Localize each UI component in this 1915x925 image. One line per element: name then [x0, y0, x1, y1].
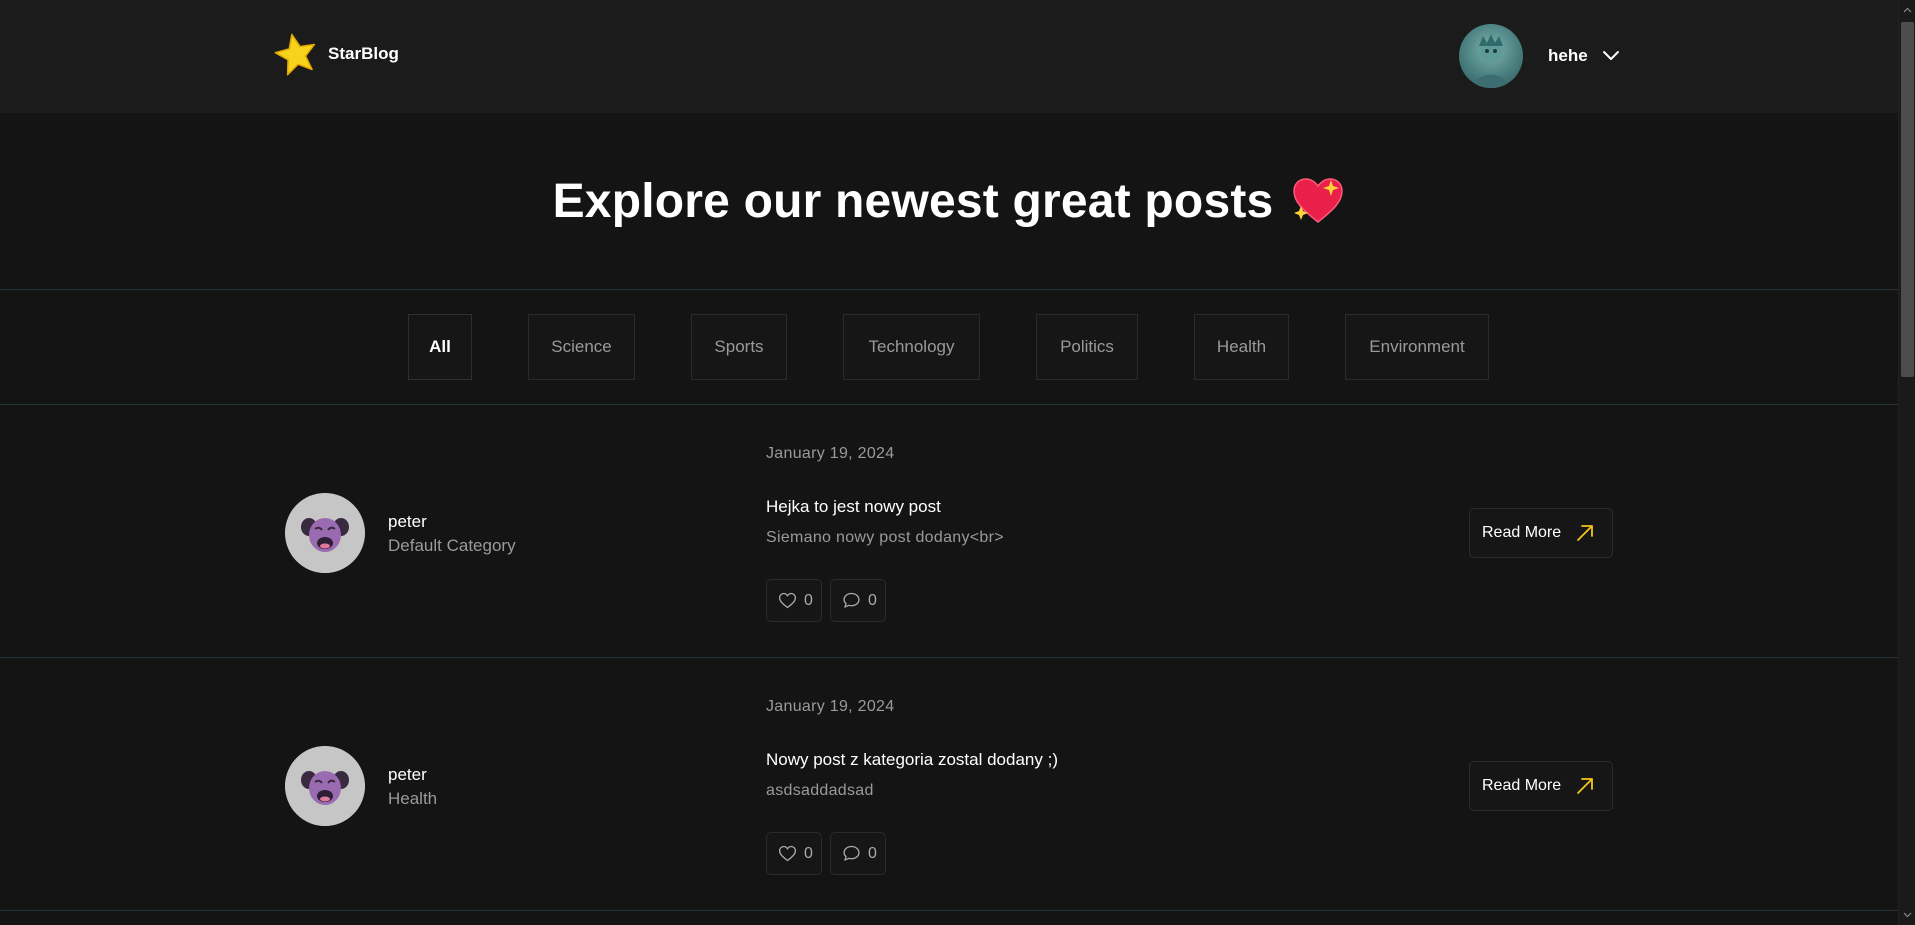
- user-menu[interactable]: hehe: [1459, 24, 1620, 88]
- page-scrollbar[interactable]: [1898, 0, 1915, 925]
- comment-bubble-icon: [843, 592, 860, 608]
- post-card: peter Default Category January 19, 2024 …: [0, 405, 1898, 658]
- top-navbar: StarBlog hehe: [0, 0, 1898, 113]
- comment-bubble-icon: [843, 845, 860, 861]
- scroll-down-arrow-icon[interactable]: [1903, 910, 1912, 919]
- like-count: 0: [804, 844, 813, 862]
- logo-text: StarBlog: [328, 44, 399, 63]
- scroll-up-arrow-icon[interactable]: [1903, 6, 1912, 15]
- post-title[interactable]: Hejka to jest nowy post: [766, 497, 941, 517]
- read-more-button[interactable]: Read More: [1469, 508, 1613, 558]
- chevron-down-icon[interactable]: [1602, 47, 1620, 65]
- author-avatar[interactable]: [285, 493, 365, 573]
- post-date: January 19, 2024: [766, 445, 895, 462]
- post-excerpt: asdsaddadsad: [766, 782, 874, 799]
- page: StarBlog hehe Explore our newest great p…: [0, 0, 1898, 925]
- post-author: peter: [388, 765, 427, 784]
- category-filter-bar: All Science Sports Technology Politics H…: [0, 290, 1898, 405]
- category-tab-technology[interactable]: Technology: [843, 314, 980, 380]
- heart-icon: [778, 845, 797, 862]
- user-name: hehe: [1548, 46, 1588, 65]
- category-tab-politics[interactable]: Politics: [1036, 314, 1138, 380]
- scrollbar-thumb[interactable]: [1901, 22, 1914, 377]
- category-tab-environment[interactable]: Environment: [1345, 314, 1489, 380]
- hero-section: Explore our newest great posts: [0, 113, 1898, 290]
- arrow-up-right-icon: [1577, 778, 1594, 794]
- read-more-label: Read More: [1482, 524, 1562, 541]
- lion-avatar-image: [285, 493, 365, 573]
- like-button[interactable]: 0: [766, 579, 822, 622]
- category-tab-health[interactable]: Health: [1194, 314, 1289, 380]
- post-category: Health: [388, 789, 438, 808]
- read-more-button[interactable]: Read More: [1469, 761, 1613, 811]
- heart-icon: [778, 592, 797, 609]
- comment-count: 0: [868, 844, 877, 862]
- post-author: peter: [388, 512, 427, 531]
- category-tab-science[interactable]: Science: [528, 314, 635, 380]
- arrow-up-right-icon: [1577, 525, 1594, 541]
- user-avatar-image: [1473, 34, 1509, 88]
- post-excerpt: Siemano nowy post dodany<br>: [766, 529, 1004, 546]
- read-more-label: Read More: [1482, 777, 1562, 794]
- author-avatar[interactable]: [285, 746, 365, 826]
- comment-count: 0: [868, 591, 877, 609]
- like-button[interactable]: 0: [766, 832, 822, 875]
- star-icon: [274, 33, 316, 76]
- comment-button[interactable]: 0: [830, 832, 886, 875]
- post-title[interactable]: Nowy post z kategoria zostal dodany ;): [766, 750, 1058, 770]
- comment-button[interactable]: 0: [830, 579, 886, 622]
- sparkling-heart-icon: [1293, 178, 1344, 223]
- avatar[interactable]: [1459, 24, 1523, 88]
- post-card: peter Health January 19, 2024 Nowy post …: [0, 658, 1898, 911]
- post-date: January 19, 2024: [766, 698, 895, 715]
- category-tab-all[interactable]: All: [408, 314, 472, 380]
- post-category: Default Category: [388, 536, 516, 555]
- like-count: 0: [804, 591, 813, 609]
- lion-avatar-image: [285, 746, 365, 826]
- category-tab-sports[interactable]: Sports: [691, 314, 787, 380]
- logo-link[interactable]: StarBlog: [274, 32, 399, 76]
- page-title: Explore our newest great posts: [552, 174, 1274, 228]
